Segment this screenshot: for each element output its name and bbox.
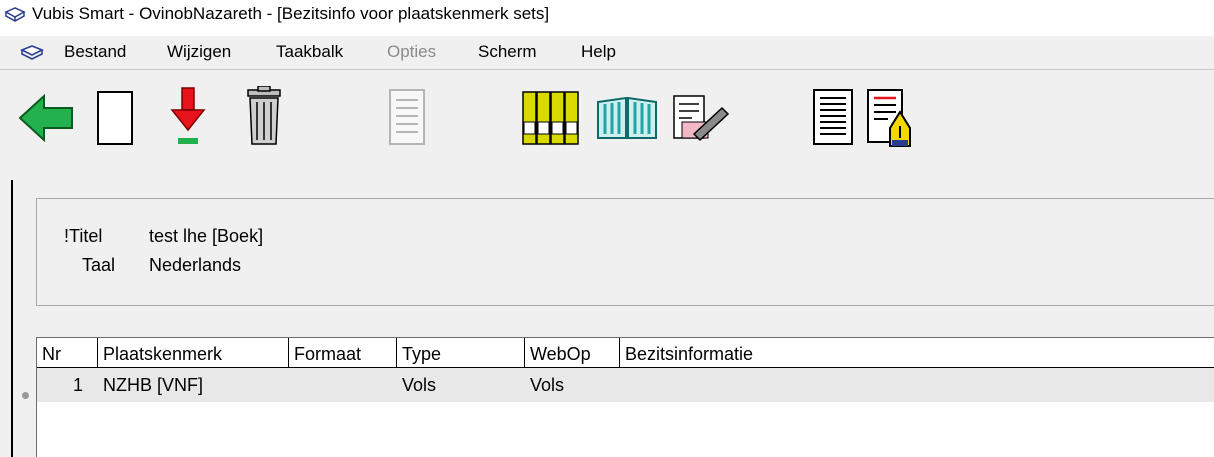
trash-icon [247, 86, 281, 145]
window-title: Vubis Smart - OvinobNazareth - [Bezitsin… [32, 4, 550, 23]
cell-nr[interactable]: 1 [73, 375, 83, 396]
field-value-taal: Nederlands [149, 255, 242, 275]
document-pen-button[interactable] [866, 88, 912, 148]
menu-bestand[interactable]: Bestand [64, 42, 126, 62]
books-button[interactable] [521, 86, 581, 148]
field-value-titel: test lhe [Boek] [149, 226, 264, 246]
menu-bar: Bestand Wijzigen Taakbalk Opties Scherm … [0, 36, 1214, 70]
menu-help[interactable]: Help [581, 42, 616, 62]
edit-button[interactable] [672, 94, 730, 144]
save-button[interactable] [170, 86, 206, 148]
row-indicator [22, 392, 29, 399]
list-document-button[interactable] [812, 88, 854, 146]
column-header-bezitsinformatie[interactable]: Bezitsinformatie [620, 338, 1214, 368]
column-header-type[interactable]: Type [397, 338, 525, 368]
delete-button[interactable] [244, 86, 284, 148]
list-document-icon [813, 89, 853, 145]
toolbar [0, 70, 1214, 180]
frame-edge [11, 180, 13, 457]
column-header-plaatskenmerk[interactable]: Plaatskenmerk [98, 338, 289, 368]
window-titlebar: Vubis Smart - OvinobNazareth - [Bezitsin… [0, 0, 1214, 37]
system-menu-icon[interactable] [20, 43, 44, 63]
new-document-icon [97, 91, 133, 145]
app-book-icon [4, 7, 26, 22]
menu-opties: Opties [387, 42, 437, 61]
open-book-icon [597, 96, 657, 139]
holdings-grid[interactable]: Nr Plaatskenmerk Formaat Type WebOp Bezi… [36, 337, 1214, 457]
document-pen-icon [867, 89, 911, 147]
field-label-taal: Taal [82, 255, 116, 275]
column-header-formaat[interactable]: Formaat [289, 338, 397, 368]
menu-wijzigen[interactable]: Wijzigen [167, 42, 231, 62]
new-button[interactable] [96, 90, 136, 146]
menu-scherm[interactable]: Scherm [478, 42, 537, 62]
save-download-icon [170, 87, 206, 144]
cell-type[interactable]: Vols [402, 375, 436, 396]
open-book-button[interactable] [596, 96, 658, 142]
edit-pen-icon [673, 95, 730, 142]
document-lines-icon [389, 89, 425, 145]
back-button[interactable] [18, 90, 74, 146]
column-header-webop[interactable]: WebOp [525, 338, 620, 368]
column-header-nr[interactable]: Nr [37, 338, 98, 368]
field-label-titel: !Titel [64, 226, 103, 246]
cell-plaatskenmerk[interactable]: NZHB [VNF] [103, 375, 203, 396]
table-row[interactable] [37, 368, 1214, 402]
back-arrow-icon [18, 93, 73, 143]
cell-webop[interactable]: Vols [530, 375, 564, 396]
menu-taakbalk[interactable]: Taakbalk [276, 42, 343, 62]
record-info-panel: !Titel test lhe [Boek] Taal Nederlands [36, 198, 1214, 306]
document-lines-button [388, 88, 426, 146]
books-abcd-icon [522, 91, 579, 145]
